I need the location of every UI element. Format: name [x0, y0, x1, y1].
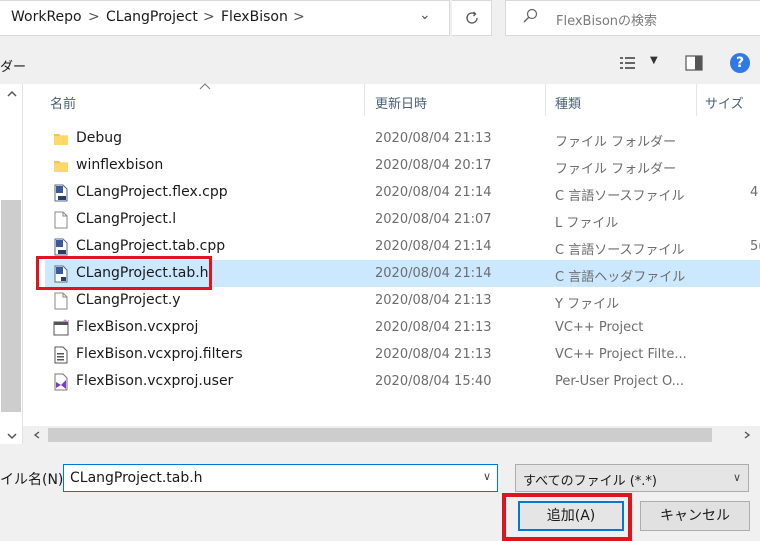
scroll-up-icon[interactable]: [6, 88, 18, 100]
file-type: ファイル フォルダー: [555, 135, 677, 150]
column-divider[interactable]: [364, 84, 365, 116]
file-row[interactable]: CLangProject.flex.cpp 2020/08/04 21:14 C 言…: [45, 179, 760, 206]
navigation-scrollbar-thumb[interactable]: [1, 200, 21, 412]
file-type: C 言語ヘッダファイル: [555, 270, 686, 285]
chevron-down-icon[interactable]: ∨: [483, 470, 491, 483]
breadcrumb-separator[interactable]: >: [293, 9, 305, 25]
file-name: CLangProject.tab.cpp: [76, 238, 226, 254]
scroll-down-icon[interactable]: [6, 430, 18, 442]
column-header-name[interactable]: 名前: [50, 93, 76, 112]
blank-file-icon: [53, 292, 69, 310]
svg-text:++: ++: [63, 319, 69, 324]
file-date: 2020/08/04 21:14: [375, 185, 492, 200]
file-row[interactable]: FlexBison.vcxproj.filters 2020/08/04 21:1…: [45, 341, 760, 368]
file-row[interactable]: FlexBison.vcxproj.user 2020/08/04 15:40 Pe…: [45, 368, 760, 395]
preview-pane-icon[interactable]: [685, 55, 703, 71]
file-name: FlexBison.vcxproj.user: [76, 373, 234, 389]
scroll-right-icon[interactable]: [743, 431, 751, 439]
filetype-value[interactable]: すべてのファイル (*.*): [523, 470, 657, 489]
search-icon: [523, 8, 538, 23]
file-date: 2020/08/04 21:14: [375, 266, 492, 281]
file-date: 2020/08/04 21:13: [375, 347, 492, 362]
toolbar-new-folder-label[interactable]: ダー: [0, 56, 26, 75]
file-date: 2020/08/04 21:13: [375, 293, 492, 308]
file-type: VC++ Project Filte...: [555, 347, 687, 362]
filename-label: イル名(N):: [0, 472, 69, 488]
refresh-icon: [465, 11, 478, 24]
cpp-file-icon: [53, 184, 69, 202]
folder-icon: [53, 130, 69, 148]
sort-ascending-icon: [199, 83, 211, 90]
filters-file-icon: [53, 346, 69, 364]
file-name: CLangProject.y: [76, 292, 181, 308]
breadcrumb-separator[interactable]: >: [203, 9, 215, 25]
view-dropdown-arrow-icon[interactable]: ▼: [650, 55, 658, 66]
refresh-button[interactable]: [452, 0, 492, 36]
file-name: CLangProject.flex.cpp: [76, 184, 228, 200]
address-history-dropdown[interactable]: ⌄: [419, 7, 431, 23]
file-name: FlexBison.vcxproj: [76, 319, 199, 335]
file-type: Y ファイル: [555, 297, 620, 312]
filetype-select[interactable]: すべてのファイル (*.*) ∨: [515, 464, 749, 492]
search-box[interactable]: FlexBisonの検索: [505, 0, 760, 36]
breadcrumb-workrepo[interactable]: WorkRepo: [11, 9, 82, 25]
view-options-icon[interactable]: [619, 55, 637, 71]
visual-studio-icon: [53, 373, 69, 391]
file-row[interactable]: Debug 2020/08/04 21:13 ファイル フォルダー: [45, 125, 760, 152]
vcxproj-icon: ++: [53, 318, 71, 337]
search-input[interactable]: FlexBisonの検索: [556, 10, 657, 29]
file-date: 2020/08/04 21:13: [375, 320, 492, 335]
annotation-highlight-selected-file: [36, 256, 212, 290]
file-row[interactable]: winflexbison 2020/08/04 20:17 ファイル フォルダー: [45, 152, 760, 179]
file-date: 2020/08/04 21:14: [375, 239, 492, 254]
file-size: 5(: [750, 239, 760, 254]
file-type: ファイル フォルダー: [555, 162, 677, 177]
breadcrumb-flexbison[interactable]: FlexBison: [221, 9, 288, 25]
column-header-size[interactable]: サイズ: [705, 93, 744, 112]
file-name: winflexbison: [76, 157, 164, 173]
blank-file-icon: [53, 211, 69, 229]
file-row[interactable]: ++ FlexBison.vcxproj 2020/08/04 21:13 VC++ …: [45, 314, 760, 341]
file-date: 2020/08/04 15:40: [375, 374, 492, 389]
annotation-highlight-add-button: [502, 493, 632, 541]
column-divider[interactable]: [696, 84, 697, 116]
file-date: 2020/08/04 20:17: [375, 158, 492, 173]
folder-icon: [53, 157, 69, 175]
file-size: 4!: [750, 185, 760, 200]
breadcrumb-separator[interactable]: >: [88, 9, 100, 25]
file-row[interactable]: CLangProject.y 2020/08/04 21:13 Y ファイル: [45, 287, 760, 314]
help-icon[interactable]: ?: [730, 53, 750, 73]
file-date: 2020/08/04 21:07: [375, 212, 492, 227]
file-name: CLangProject.l: [76, 211, 177, 227]
file-row[interactable]: CLangProject.l 2020/08/04 21:07 L ファイル: [45, 206, 760, 233]
filename-value[interactable]: CLangProject.tab.h: [70, 470, 203, 486]
file-date: 2020/08/04 21:13: [375, 131, 492, 146]
file-type: Per-User Project O...: [555, 374, 685, 389]
address-bar[interactable]: WorkRepo > CLangProject > FlexBison > ⌄: [0, 0, 450, 36]
file-type: VC++ Project: [555, 320, 644, 335]
column-header-type[interactable]: 種類: [555, 93, 581, 112]
scroll-left-icon[interactable]: [33, 431, 41, 439]
file-type: C 言語ソースファイル: [555, 243, 685, 258]
file-type: L ファイル: [555, 216, 619, 231]
horizontal-scrollbar-thumb[interactable]: [48, 428, 712, 442]
filename-input[interactable]: CLangProject.tab.h ∨: [63, 464, 498, 492]
cpp-file-icon: [53, 238, 69, 256]
column-header-date[interactable]: 更新日時: [375, 93, 427, 112]
file-name: FlexBison.vcxproj.filters: [76, 346, 243, 362]
chevron-down-icon[interactable]: ∨: [733, 471, 741, 484]
file-name: Debug: [76, 130, 123, 146]
column-divider[interactable]: [545, 84, 546, 116]
cancel-button[interactable]: キャンセル: [640, 501, 750, 531]
file-type: C 言語ソースファイル: [555, 189, 685, 204]
list-header: 名前 更新日時 種類 サイズ: [23, 84, 760, 116]
breadcrumb-clangproject[interactable]: CLangProject: [106, 9, 198, 25]
